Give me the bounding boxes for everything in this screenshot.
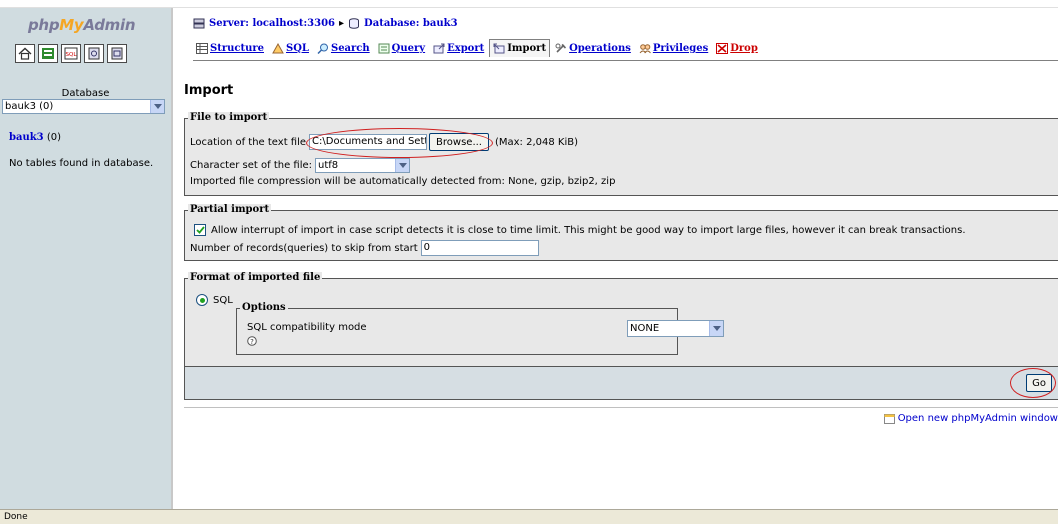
database-caption: Database	[61, 88, 110, 99]
options-fieldset: Options SQL compatibility mode ? NONE	[236, 302, 724, 355]
status-text: Done	[4, 512, 28, 522]
logo-my: My	[59, 16, 84, 34]
compat-mode-value: NONE	[630, 323, 660, 334]
status-bar: Done	[0, 509, 1058, 524]
no-tables-message: No tables found in database.	[9, 158, 154, 169]
navigation-frame: phpMyAdmin SQL Database bauk3 (0) bauk3 …	[0, 8, 173, 509]
charset-row: Character set of the file: utf8	[190, 158, 411, 173]
chevron-down-icon[interactable]	[395, 159, 410, 172]
skip-records-label: Number of records(queries) to skip from …	[190, 242, 418, 254]
tab-bar: Structure SQL Search Query Export Import…	[193, 39, 761, 57]
database-select[interactable]: bauk3 (0)	[2, 99, 165, 114]
skip-records-input[interactable]: 0	[420, 240, 539, 256]
help-icon[interactable]	[107, 44, 127, 63]
submit-bar: Go	[184, 366, 1058, 400]
compression-note: Imported file compression will be automa…	[190, 176, 616, 187]
charset-label: Character set of the file:	[190, 160, 313, 171]
charset-select[interactable]: utf8	[315, 158, 411, 173]
tab-privileges[interactable]: Privileges	[636, 41, 711, 57]
chevron-down-icon[interactable]	[709, 321, 723, 336]
privileges-icon	[639, 44, 651, 54]
export-icon	[433, 43, 445, 54]
format-legend: Format of imported file	[188, 272, 323, 284]
format-fieldset: Format of imported file SQL Options SQL …	[184, 272, 1058, 366]
file-to-import-legend: File to import	[188, 112, 270, 124]
search-icon	[317, 43, 328, 54]
database-link-count: (0)	[43, 132, 61, 143]
operations-icon	[555, 43, 567, 53]
tab-query[interactable]: Query	[375, 41, 428, 57]
chevron-down-icon[interactable]	[150, 100, 164, 113]
home-icon[interactable]	[15, 44, 35, 63]
svg-text:SQL: SQL	[66, 52, 78, 58]
compat-mode-label: SQL compatibility mode	[247, 322, 367, 333]
compat-help-row: ?	[247, 336, 257, 346]
max-size-note: (Max: 2,048 KiB)	[494, 136, 579, 148]
import-icon	[493, 43, 505, 54]
file-to-import-fieldset: File to import Location of the text file…	[184, 112, 1058, 196]
tab-drop[interactable]: Drop	[713, 41, 761, 57]
logo-php: php	[28, 16, 60, 34]
breadcrumb-server[interactable]: Server: localhost:3306	[209, 18, 335, 29]
drop-icon	[716, 43, 729, 54]
sql-icon	[272, 43, 284, 54]
go-button[interactable]: Go	[1026, 374, 1052, 392]
allow-interrupt-checkbox[interactable]	[194, 224, 206, 236]
svg-text:?: ?	[250, 338, 254, 346]
breadcrumb: Server: localhost:3306 ▸ Database: bauk3	[193, 18, 458, 29]
file-location-row: Location of the text file C:\Documents a…	[190, 133, 578, 151]
tab-search[interactable]: Search	[314, 41, 373, 57]
skip-records-row: Number of records(queries) to skip from …	[190, 240, 539, 256]
open-new-window-label: Open new phpMyAdmin window	[897, 413, 1058, 424]
database-icon	[349, 18, 360, 29]
tab-sql[interactable]: SQL	[269, 41, 312, 57]
help-icon[interactable]: ?	[247, 336, 257, 346]
structure-icon	[196, 43, 208, 54]
sql-format-radio[interactable]	[196, 294, 208, 306]
file-location-label: Location of the text file	[190, 136, 307, 148]
query-icon	[378, 43, 390, 54]
compat-mode-select[interactable]: NONE	[627, 320, 724, 337]
tab-operations[interactable]: Operations	[552, 41, 634, 57]
docs-icon[interactable]	[84, 44, 104, 63]
partial-import-fieldset: Partial import Allow interrupt of import…	[184, 204, 1058, 261]
sql-icon[interactable]: SQL	[61, 44, 81, 63]
tab-underline	[193, 60, 1058, 61]
quick-icon-bar: SQL	[15, 44, 127, 63]
server-icon	[193, 18, 205, 29]
sql-format-option: SQL	[196, 294, 233, 306]
database-link[interactable]: bauk3 (0)	[9, 132, 61, 143]
main-frame: Server: localhost:3306 ▸ Database: bauk3…	[173, 8, 1058, 509]
options-legend: Options	[240, 302, 288, 314]
browse-button[interactable]: Browse...	[429, 133, 489, 151]
tab-import[interactable]: Import	[489, 39, 551, 57]
allow-interrupt-row: Allow interrupt of import in case script…	[194, 224, 966, 236]
tab-export[interactable]: Export	[430, 41, 487, 57]
charset-select-value: utf8	[318, 160, 339, 171]
new-window-icon	[883, 413, 895, 424]
allow-interrupt-label: Allow interrupt of import in case script…	[211, 224, 966, 236]
file-path-input[interactable]: C:\Documents and Setti	[309, 134, 428, 150]
query-window-icon[interactable]	[38, 44, 58, 63]
breadcrumb-database[interactable]: Database: bauk3	[364, 18, 458, 29]
tab-structure[interactable]: Structure	[193, 41, 267, 57]
logo-admin: Admin	[83, 16, 136, 34]
database-select-value: bauk3 (0)	[5, 101, 54, 112]
open-new-window-link[interactable]: Open new phpMyAdmin window	[883, 413, 1058, 424]
phpmyadmin-logo[interactable]: phpMyAdmin	[28, 16, 136, 34]
partial-import-legend: Partial import	[188, 204, 272, 216]
database-link-name[interactable]: bauk3	[9, 132, 44, 143]
footer-separator	[184, 407, 1058, 408]
page-title: Import	[184, 83, 234, 98]
sql-format-label: SQL	[213, 294, 233, 306]
window-top-edge	[0, 0, 1058, 8]
breadcrumb-separator: ▸	[339, 18, 345, 29]
